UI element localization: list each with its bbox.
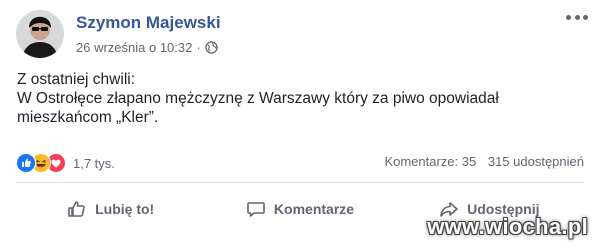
shares-count[interactable]: 315 udostępnień <box>488 154 584 169</box>
dot-icon <box>566 14 571 20</box>
avatar[interactable] <box>16 10 64 58</box>
author-name[interactable]: Szymon Majewski <box>76 13 221 33</box>
meta-separator: · <box>196 40 201 55</box>
thumbs-up-icon <box>68 201 85 217</box>
comment-button[interactable]: Komentarze <box>205 192 394 226</box>
divider <box>16 182 584 183</box>
post-text-line: mieszkańcom „Kler”. <box>17 109 159 126</box>
like-label: Lubię to! <box>95 201 155 217</box>
post-text-line: W Ostrołęce złapano mężczyznę z Warszawy… <box>17 90 499 107</box>
post-stats: Komentarze: 35 315 udostępnień <box>384 154 584 169</box>
like-button[interactable]: Lubię to! <box>16 192 205 226</box>
globe-icon <box>204 41 218 54</box>
avatar-photo <box>16 10 64 58</box>
post-text-line: Z ostatniej chwili: <box>17 71 136 88</box>
comment-label: Komentarze <box>273 201 355 217</box>
facebook-post: Szymon Majewski 26 września o 10:32 · Z … <box>0 0 600 248</box>
comment-icon <box>247 202 265 217</box>
reactions-count[interactable]: 1,7 tys. <box>73 156 115 171</box>
dot-icon <box>583 14 588 20</box>
post-body: Z ostatniej chwili: W Ostrołęce złapano … <box>17 70 587 127</box>
post-timestamp[interactable]: 26 września o 10:32 <box>76 40 192 55</box>
dot-icon <box>574 14 580 20</box>
watermark: www.wiocha.pl <box>427 214 588 239</box>
like-reaction-icon <box>16 153 36 173</box>
more-options-icon[interactable] <box>566 12 588 22</box>
comments-count[interactable]: Komentarze: 35 <box>384 154 476 169</box>
post-meta: 26 września o 10:32 · <box>76 40 218 55</box>
reactions-summary[interactable]: 1,7 tys. <box>16 153 115 173</box>
